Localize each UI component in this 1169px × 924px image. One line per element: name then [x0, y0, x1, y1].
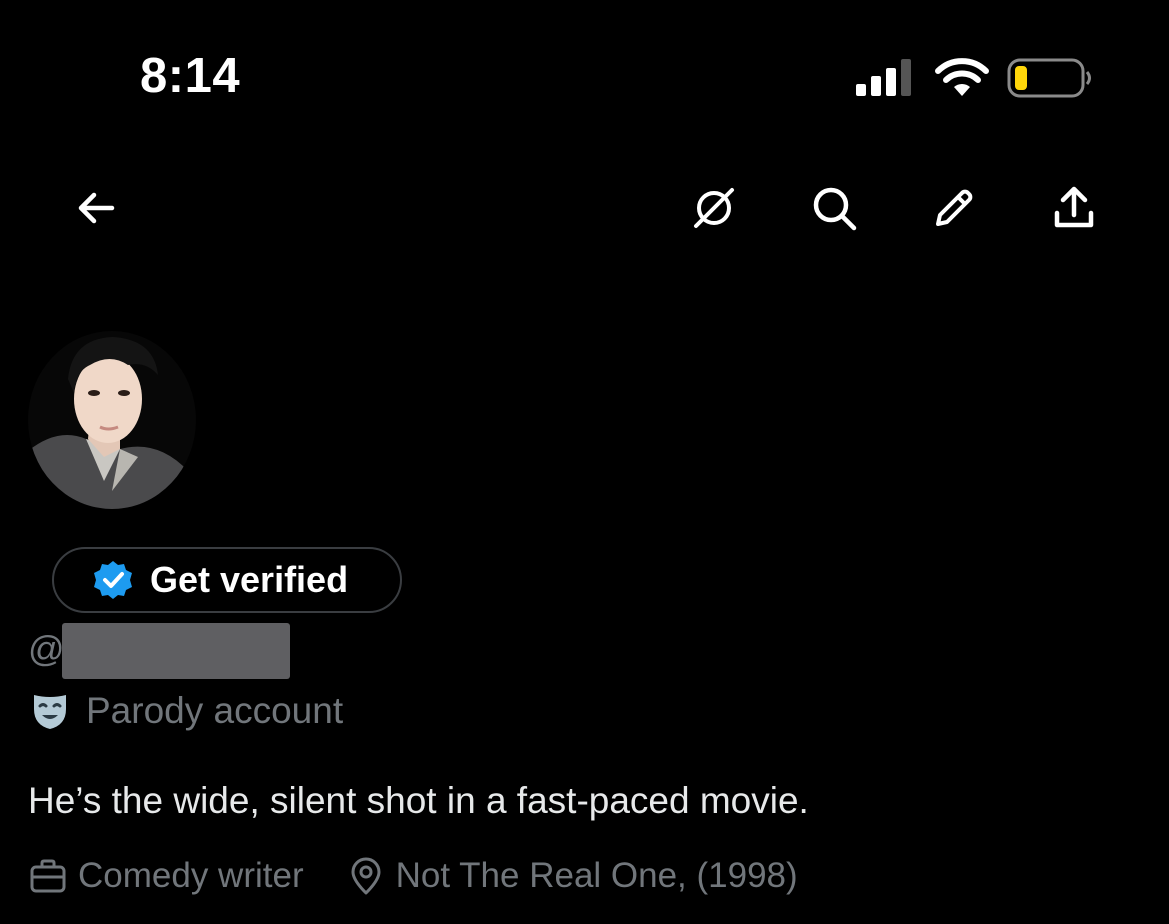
get-verified-button[interactable]: Get verified	[52, 547, 402, 613]
handle-redacted	[62, 623, 290, 679]
share-icon	[1054, 186, 1094, 228]
verified-badge-icon	[94, 561, 132, 599]
status-time: 8:14	[140, 49, 241, 103]
handle: @	[28, 628, 65, 670]
theater-mask-icon	[34, 695, 66, 729]
profile-bio: He’s the wide, silent shot in a fast-pac…	[28, 780, 809, 821]
search-icon	[813, 187, 857, 231]
grok-button[interactable]	[686, 180, 742, 236]
profession-label: Comedy writer	[78, 856, 304, 895]
profile-meta: Comedy writer Not The Real One, (1998)	[28, 856, 798, 896]
back-arrow-icon	[78, 192, 115, 224]
edit-profile-button[interactable]	[926, 180, 982, 236]
location-item: Not The Real One, (1998)	[346, 856, 798, 896]
signal-icon	[856, 59, 911, 96]
parody-account-label: Parody account	[86, 690, 344, 731]
location-label: Not The Real One, (1998)	[395, 856, 798, 895]
handle-prefix: @	[28, 628, 65, 669]
search-button[interactable]	[806, 180, 862, 236]
location-pin-icon	[351, 857, 381, 895]
grok-icon	[694, 188, 734, 228]
briefcase-icon	[30, 859, 66, 893]
wifi-icon	[935, 58, 989, 96]
share-button[interactable]	[1046, 180, 1102, 236]
profession-item: Comedy writer	[28, 856, 304, 896]
edit-pencil-icon	[936, 189, 973, 226]
profile-photo	[28, 331, 196, 509]
back-button[interactable]	[68, 180, 124, 236]
parody-label-row: Parody account	[30, 690, 343, 732]
get-verified-label: Get verified	[150, 559, 349, 600]
avatar[interactable]	[28, 331, 196, 509]
battery-low-icon	[1007, 58, 1091, 98]
